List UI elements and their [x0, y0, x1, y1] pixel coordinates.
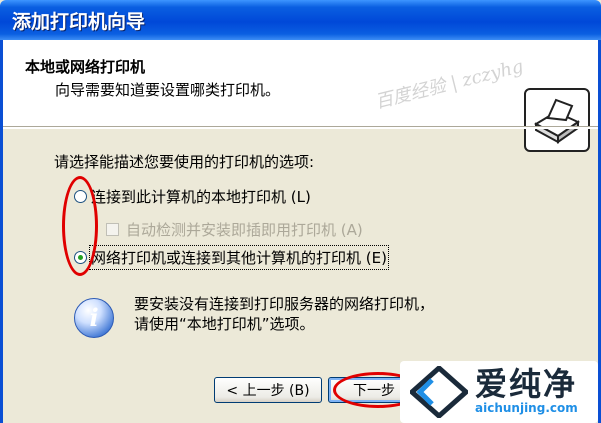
window-title: 添加打印机向导 [12, 11, 146, 33]
logo-mark-icon [410, 366, 468, 418]
logo-url: aichunjing.com [475, 401, 578, 415]
auto-detect-label: 自动检测并安装即插即用打印机 (A) [126, 221, 363, 239]
wizard-header: 本地或网络打印机 向导需要知道要设置哪类打印机。 百度经验 | zczyhg [3, 40, 598, 152]
network-printer-label: 网络打印机或连接到其他计算机的打印机 (E) [89, 245, 389, 270]
info-line-2: 请使用“本地打印机”选项。 [134, 315, 315, 333]
printer-icon [524, 88, 590, 152]
info-line-1: 要安装没有连接到打印服务器的网络打印机， [134, 295, 435, 313]
baidu-watermark: 百度经验 | zczyhg [373, 55, 526, 114]
network-printer-radio[interactable] [74, 251, 87, 264]
local-printer-option[interactable]: 连接到此计算机的本地打印机 (L) [74, 186, 311, 207]
aichunjing-logo: 爱纯净 aichunjing.com [400, 361, 598, 423]
auto-detect-option: 自动检测并安装即插即用打印机 (A) [106, 219, 363, 240]
network-printer-option[interactable]: 网络打印机或连接到其他计算机的打印机 (E) [74, 245, 389, 270]
local-printer-label: 连接到此计算机的本地打印机 (L) [91, 188, 311, 206]
local-printer-radio[interactable] [74, 190, 87, 203]
header-separator [3, 126, 598, 129]
info-icon: i [74, 298, 114, 338]
header-subtitle: 向导需要知道要设置哪类打印机。 [55, 81, 281, 99]
info-message: 要安装没有连接到打印服务器的网络打印机， 请使用“本地打印机”选项。 [134, 294, 434, 334]
header-title: 本地或网络打印机 [25, 58, 146, 76]
instruction-text: 请选择能描述您要使用的打印机的选项: [54, 153, 315, 171]
back-button[interactable]: < 上一步 (B) [214, 377, 322, 403]
logo-name: 爱纯净 [475, 365, 578, 403]
auto-detect-checkbox [106, 223, 119, 236]
window-titlebar[interactable]: 添加打印机向导 [0, 0, 601, 40]
